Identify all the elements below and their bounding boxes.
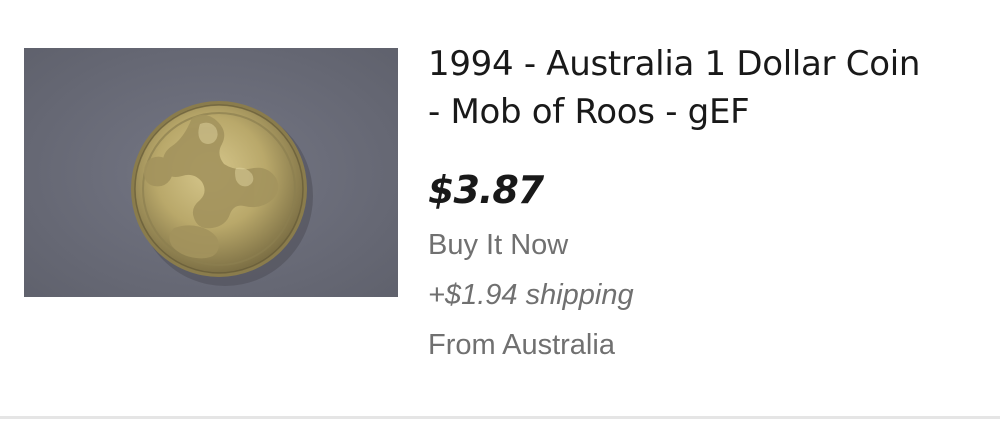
- listing-info: 1994 - Australia 1 Dollar Coin - Mob of …: [428, 40, 988, 370]
- shipping-cost: +$1.94 shipping: [428, 279, 634, 311]
- listing-title-line-2: - Mob of Roos - gEF: [428, 92, 750, 132]
- listing-price: $3.87: [428, 168, 544, 212]
- item-location: From Australia: [428, 329, 615, 361]
- listing-image[interactable]: [24, 48, 398, 297]
- listing-card[interactable]: 1994 - Australia 1 Dollar Coin - Mob of …: [0, 0, 1000, 418]
- listing-title[interactable]: 1994 - Australia 1 Dollar Coin - Mob of …: [428, 40, 988, 136]
- purchase-format: Buy It Now: [428, 229, 569, 261]
- listing-title-line-1: 1994 - Australia 1 Dollar Coin: [428, 44, 921, 84]
- coin-image: [24, 48, 398, 297]
- listing-divider: [0, 416, 1000, 419]
